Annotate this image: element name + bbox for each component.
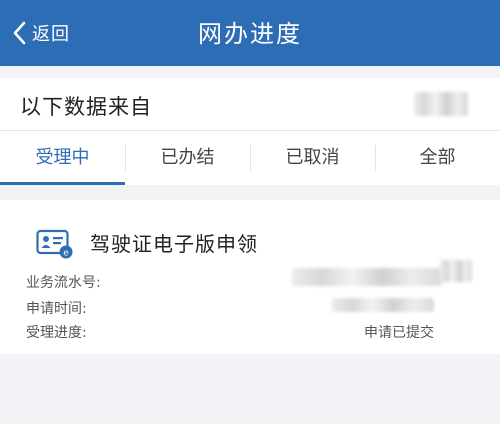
redacted-serial-number — [292, 268, 442, 286]
progress-label: 受理进度: — [26, 325, 87, 341]
page-title: 网办进度 — [198, 20, 302, 48]
application-card[interactable]: e 驾驶证电子版申领 业务流水号: 申请时间: 受理进度: 申请已提交 — [0, 200, 500, 354]
application-title: 驾驶证电子版申领 — [90, 232, 258, 256]
apply-time-label: 申请时间: — [26, 301, 87, 317]
tab-completed[interactable]: 已办结 — [125, 131, 250, 185]
id-card-icon: e — [36, 229, 73, 259]
data-source-label: 以下数据来自 — [20, 95, 152, 119]
status-tabs: 受理中 已办结 已取消 全部 — [0, 131, 500, 185]
tab-cancelled[interactable]: 已取消 — [250, 131, 375, 185]
redacted-apply-time — [332, 298, 434, 312]
top-nav-bar: 返回 网办进度 — [0, 0, 500, 66]
redacted-source-name — [414, 92, 468, 116]
tab-in-progress[interactable]: 受理中 — [0, 131, 125, 185]
redacted-serial-number-tail — [440, 260, 472, 282]
serial-number-label: 业务流水号: — [26, 275, 101, 291]
svg-text:e: e — [63, 249, 69, 259]
data-source-bar: 以下数据来自 — [0, 78, 500, 131]
tab-all[interactable]: 全部 — [375, 131, 500, 185]
progress-status: 申请已提交 — [364, 325, 434, 341]
